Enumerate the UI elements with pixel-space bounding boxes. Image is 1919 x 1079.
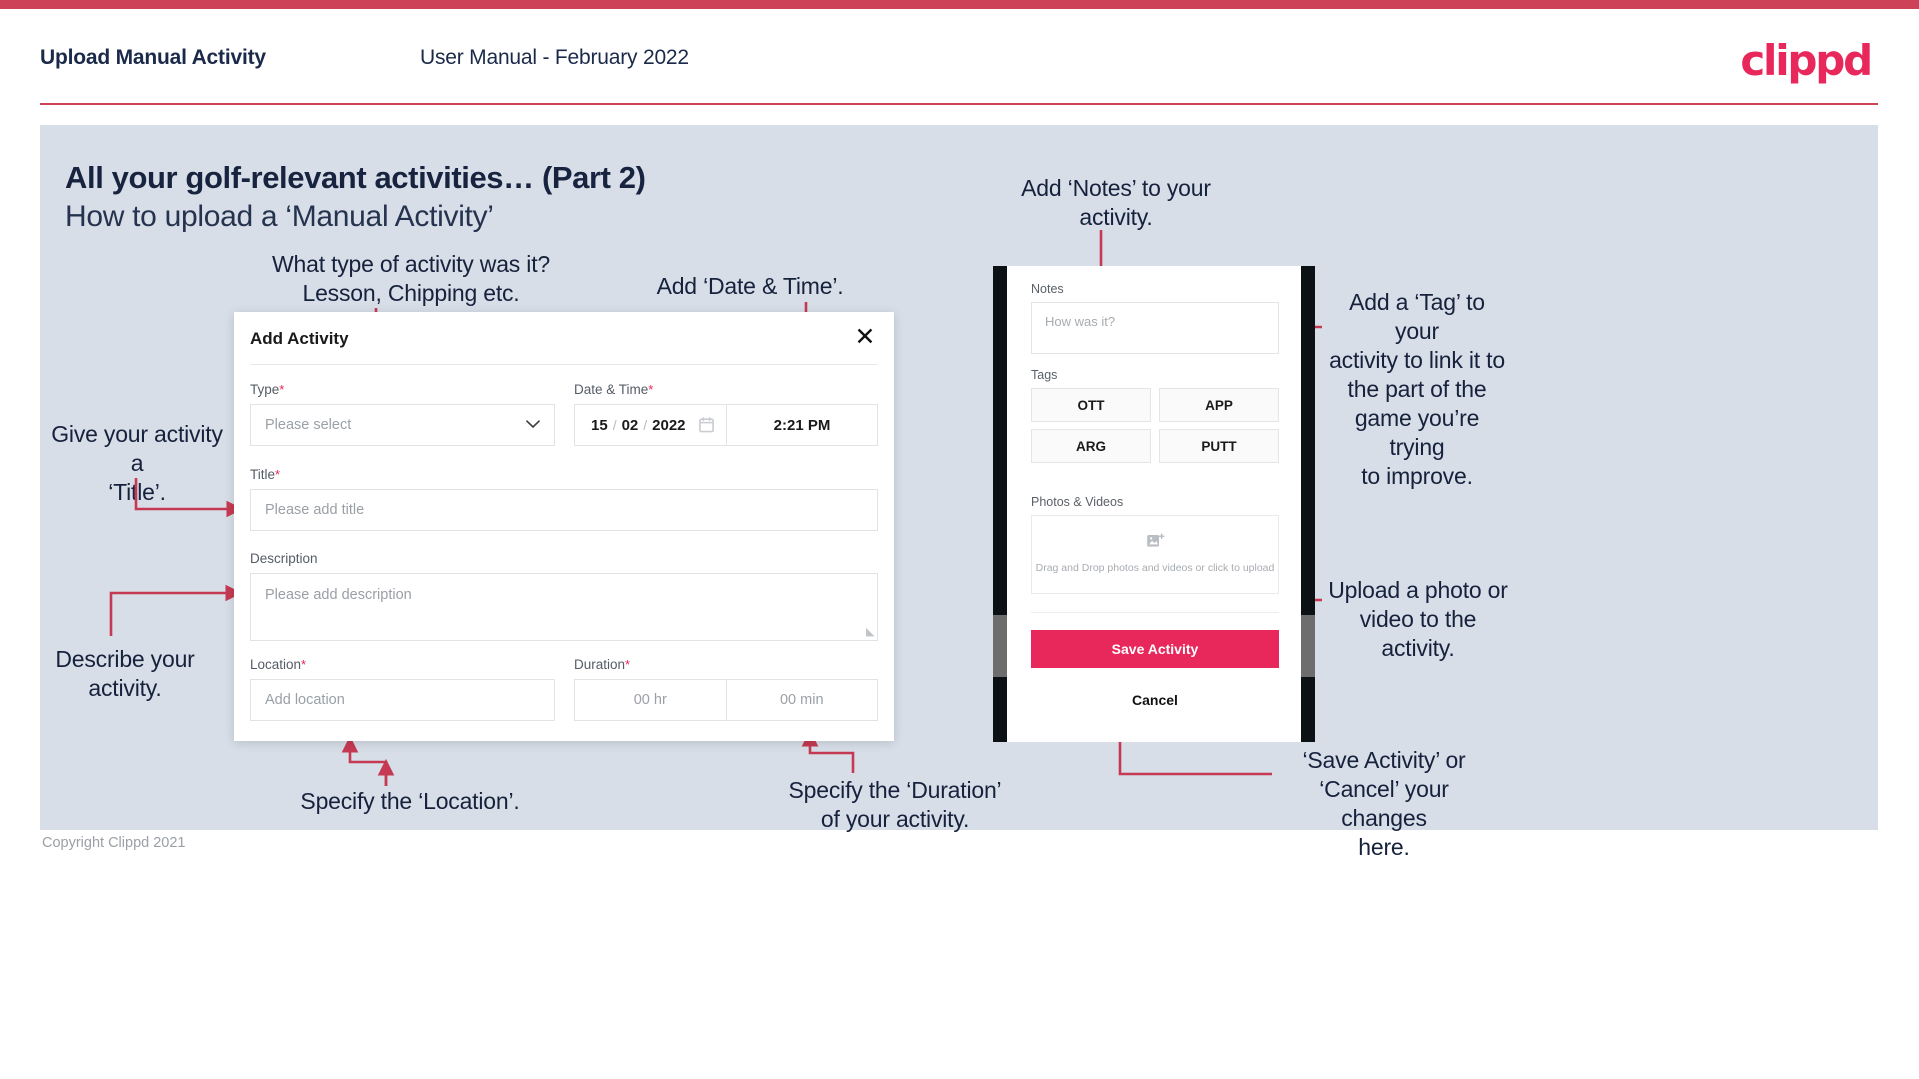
notes-label: Notes (1031, 282, 1064, 296)
cancel-button[interactable]: Cancel (1031, 686, 1279, 714)
calendar-icon[interactable] (698, 417, 714, 433)
description-label: Description (250, 551, 318, 566)
annotation-upload: Upload a photo or video to the activity. (1328, 577, 1508, 661)
tag-button-arg[interactable]: ARG (1031, 429, 1151, 463)
type-required-mark: * (279, 382, 285, 397)
slide-subtitle: How to upload a ‘Manual Activity’ (65, 200, 494, 233)
title-label-text: Title (250, 467, 276, 482)
tag-button-ott[interactable]: OTT (1031, 388, 1151, 422)
chevron-down-icon (526, 417, 540, 433)
duration-label: Duration* (574, 657, 630, 672)
description-label-text: Description (250, 551, 318, 566)
location-input-placeholder: Add location (265, 692, 345, 708)
top-accent-bar (0, 0, 1919, 9)
annotation-location: Specify the ‘Location’. (300, 788, 520, 814)
duration-minutes-input[interactable]: 00 min (727, 680, 878, 720)
duration-hours-input[interactable]: 00 hr (575, 680, 727, 720)
phone-button-right (1301, 615, 1315, 677)
tags-label: Tags (1031, 368, 1058, 382)
annotation-title: Give your activity a ‘Title’. (51, 421, 223, 505)
description-placeholder: Please add description (265, 587, 412, 603)
datetime-field[interactable]: 15 / 02 / 2022 2:21 PM (574, 404, 878, 446)
dialog-divider (250, 364, 878, 365)
phone-bezel-left (993, 266, 1007, 742)
footer-copyright: Copyright Clippd 2021 (42, 835, 186, 851)
media-label: Photos & Videos (1031, 495, 1124, 509)
dialog-title: Add Activity (250, 329, 349, 348)
close-icon[interactable]: ✕ (852, 324, 878, 350)
location-input[interactable]: Add location (250, 679, 555, 721)
location-label: Location* (250, 657, 306, 672)
title-input-placeholder: Please add title (265, 502, 365, 518)
description-textarea[interactable]: Please add description ◢ (250, 573, 878, 641)
datetime-label: Date & Time* (574, 382, 653, 397)
tag-button-putt[interactable]: PUTT (1159, 429, 1279, 463)
add-image-icon (1146, 533, 1165, 555)
resize-grip-icon[interactable]: ◢ (866, 625, 874, 638)
time-input[interactable]: 2:21 PM (727, 405, 877, 445)
title-required-mark: * (275, 467, 281, 482)
duration-required-mark: * (625, 657, 631, 672)
phone-bezel-right (1301, 266, 1315, 742)
date-sep-1: / (612, 417, 617, 433)
annotation-type: What type of activity was it? Lesson, Chi… (272, 251, 550, 306)
title-input[interactable]: Please add title (250, 489, 878, 531)
title-label: Title* (250, 467, 280, 482)
phone-divider (1031, 612, 1279, 613)
annotation-save: ‘Save Activity’ or ‘Cancel’ your changes h… (1302, 747, 1466, 860)
slide-title: All your golf-relevant activities… (Part… (65, 160, 646, 195)
save-activity-button[interactable]: Save Activity (1031, 630, 1279, 668)
type-select[interactable]: Please select (250, 404, 555, 446)
media-dropzone[interactable]: Drag and Drop photos and videos or click… (1031, 515, 1279, 594)
annotation-notes: Add ‘Notes’ to your activity. (1021, 175, 1211, 230)
phone-screen: Notes How was it? Tags OTT APP ARG PUTT … (1007, 266, 1301, 742)
location-required-mark: * (301, 657, 307, 672)
header-center-title: User Manual - February 2022 (420, 46, 689, 69)
slide-page: Upload Manual Activity User Manual - Feb… (0, 0, 1919, 1079)
notes-placeholder: How was it? (1045, 314, 1116, 329)
annotation-duration: Specify the ‘Duration’ of your activity. (788, 777, 1002, 832)
date-day: 15 (591, 416, 608, 434)
date-year: 2022 (652, 416, 686, 434)
date-month: 02 (621, 416, 639, 434)
type-label-text: Type (250, 382, 280, 397)
tag-button-app[interactable]: APP (1159, 388, 1279, 422)
header-divider (40, 103, 1878, 105)
type-label: Type* (250, 382, 284, 397)
type-select-placeholder: Please select (265, 417, 352, 433)
dialog-header: Add Activity ✕ (234, 312, 894, 364)
phone-mockup: Notes How was it? Tags OTT APP ARG PUTT … (993, 266, 1315, 742)
phone-button-left (993, 615, 1007, 677)
annotation-datetime: Add ‘Date & Time’. (656, 273, 844, 299)
header-left-title: Upload Manual Activity (40, 46, 266, 69)
duration-field: 00 hr 00 min (574, 679, 878, 721)
clippd-logo: clippd (1740, 36, 1873, 85)
media-dropzone-text: Drag and Drop photos and videos or click… (1035, 562, 1275, 574)
duration-label-text: Duration (574, 657, 626, 672)
annotation-describe: Describe your activity. (55, 646, 195, 701)
date-sep-2: / (643, 417, 648, 433)
datetime-required-mark: * (648, 382, 654, 397)
annotation-tag: Add a ‘Tag’ to your activity to link it t… (1329, 289, 1505, 489)
datetime-label-text: Date & Time (574, 382, 649, 397)
location-label-text: Location (250, 657, 302, 672)
notes-textarea[interactable]: How was it? (1031, 302, 1279, 354)
add-activity-dialog: Add Activity ✕ Type* Please select Date … (234, 312, 894, 741)
date-input[interactable]: 15 / 02 / 2022 (575, 405, 727, 445)
